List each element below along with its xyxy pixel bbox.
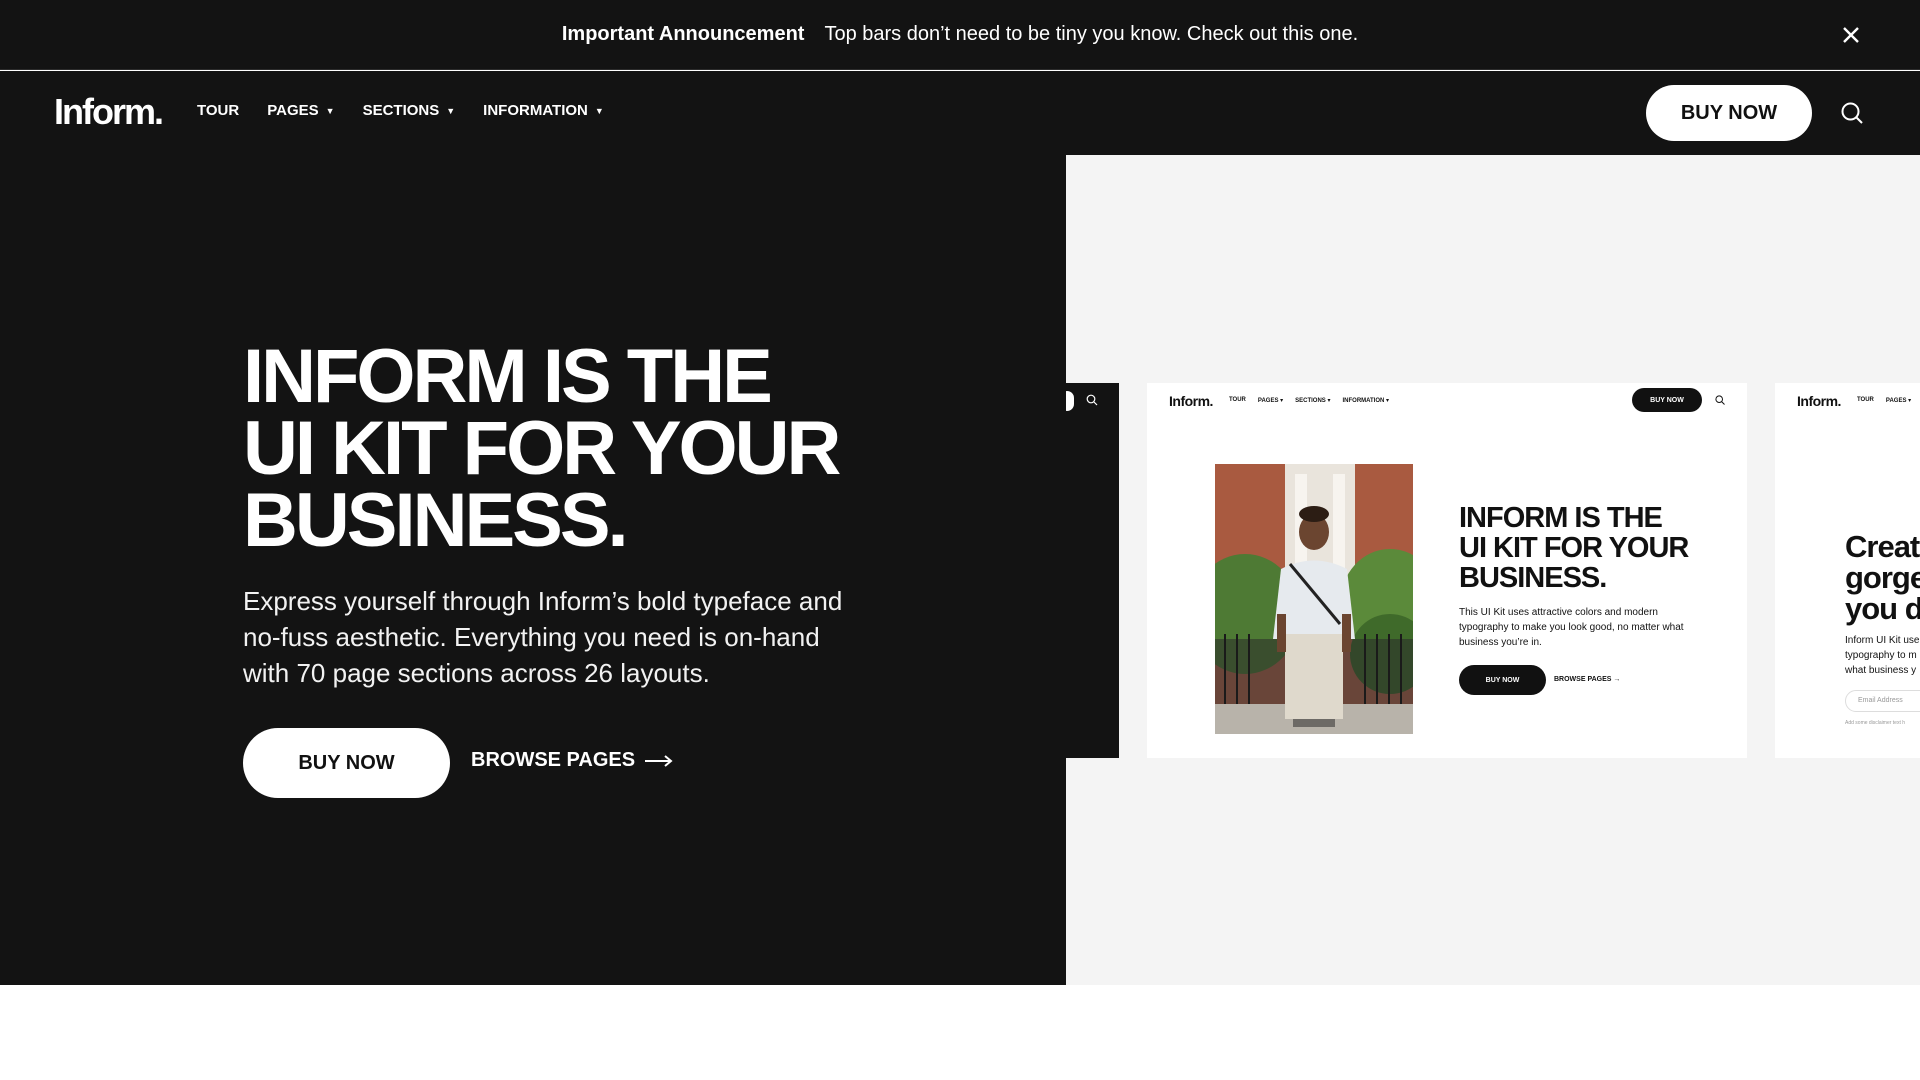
mini-disclaimer: Add some disclaimer text h <box>1845 720 1906 726</box>
nav-label: PAGES <box>267 102 319 119</box>
hero-title-line: BUSINESS. <box>243 478 629 563</box>
mini-buy-button: BUY NOW <box>1632 388 1702 412</box>
nav-label: INFORMATION <box>483 102 588 119</box>
mini-title-line: Creat <box>1845 529 1920 564</box>
mini-browse-link: BROWSE PAGES → <box>1554 676 1621 683</box>
main-nav: TOUR PAGES ▼ SECTIONS ▼ INFORMATION ▼ <box>197 102 604 119</box>
hero-buy-button[interactable]: BUY NOW <box>243 728 450 798</box>
header-buy-button[interactable]: BUY NOW <box>1646 85 1812 141</box>
mini-cta-button: BUY NOW <box>1459 665 1546 695</box>
nav-label: SECTIONS <box>362 102 440 119</box>
announcement-title: Important Announcement <box>561 23 805 45</box>
nav-item-tour[interactable]: TOUR <box>197 102 239 119</box>
preview-card-second[interactable]: Inform. TOUR PAGES ▾ Creat gorge you d I… <box>1775 383 1920 758</box>
mini-title-line: INFORM IS THE <box>1459 502 1663 534</box>
mini-logo: Inform. <box>1169 393 1213 409</box>
hero-title: INFORM IS THE UI KIT FOR YOUR BUSINESS. <box>243 334 863 563</box>
mini-logo: Inform. <box>1797 393 1841 409</box>
logo[interactable]: Inform. <box>54 91 164 133</box>
mini-nav-item: TOUR <box>1857 397 1874 403</box>
mini-nav: TOUR PAGES ▾ <box>1857 397 1911 404</box>
preview-card-dark <box>1066 383 1119 758</box>
mini-nav-item: INFORMATION ▾ <box>1342 398 1390 404</box>
announcement-bar: Important Announcement Top bars don’t ne… <box>0 0 1920 70</box>
mini-title-line: BUSINESS. <box>1459 562 1607 594</box>
nav-item-pages[interactable]: PAGES ▼ <box>267 102 334 119</box>
mini-title-line: you d <box>1845 591 1920 626</box>
mini-nav-item: PAGES ▾ <box>1885 398 1912 404</box>
browse-pages-label: BROWSE PAGES <box>471 749 636 771</box>
browse-pages-link[interactable]: BROWSE PAGES <box>471 749 673 772</box>
mini-title-line: UI KIT FOR YOUR <box>1459 532 1689 564</box>
mini-nav-item: SECTIONS ▾ <box>1295 398 1331 404</box>
mini-hero-title: Creat gorge you d <box>1845 531 1920 624</box>
mini-nav-item: TOUR <box>1229 397 1246 403</box>
search-icon[interactable] <box>1840 101 1864 125</box>
mini-desc-line: typography to m <box>1845 650 1917 661</box>
hero-title-line: INFORM IS THE <box>243 334 773 419</box>
caret-down-icon: ▼ <box>594 105 604 116</box>
mini-description: This UI Kit uses attractive colors and m… <box>1459 607 1684 648</box>
caret-down-icon: ▼ <box>325 105 335 116</box>
nav-item-information[interactable]: INFORMATION ▼ <box>483 102 604 119</box>
mini-description: Inform UI Kit use typography to m what b… <box>1845 633 1920 678</box>
mini-nav-item: PAGES ▾ <box>1257 398 1284 404</box>
mini-nav: TOUR PAGES ▾ SECTIONS ▾ INFORMATION ▾ <box>1229 397 1389 404</box>
arrow-right-icon <box>645 754 673 767</box>
preview-card-main[interactable]: Inform. TOUR PAGES ▾ SECTIONS ▾ INFORMAT… <box>1147 383 1747 758</box>
search-icon <box>1086 394 1098 406</box>
close-icon[interactable] <box>1836 20 1866 50</box>
hero-description: Express yourself through Inform’s bold t… <box>243 586 843 688</box>
person-photo <box>1215 464 1413 734</box>
nav-item-sections[interactable]: SECTIONS ▼ <box>363 102 456 119</box>
caret-down-icon: ▼ <box>446 105 456 116</box>
hero-section: INFORM IS THE UI KIT FOR YOUR BUSINESS. … <box>0 155 1066 985</box>
toggle-dot <box>1066 391 1074 411</box>
mini-email-field: Email Address <box>1845 690 1920 712</box>
mini-title-line: gorge <box>1845 560 1920 595</box>
hero-title-line: UI KIT FOR YOUR <box>243 406 841 491</box>
mini-desc-line: Inform UI Kit use <box>1845 635 1920 646</box>
mini-desc-line: what business y <box>1845 665 1917 676</box>
mini-hero-title: INFORM IS THE UI KIT FOR YOUR BUSINESS. <box>1459 502 1689 594</box>
preview-panel: Inform. TOUR PAGES ▾ SECTIONS ▾ INFORMAT… <box>1066 155 1920 985</box>
search-icon <box>1715 395 1725 405</box>
announcement-message: Top bars don’t need to be tiny you know.… <box>824 23 1359 45</box>
site-header: Inform. TOUR PAGES ▼ SECTIONS ▼ INFORMAT… <box>0 71 1920 155</box>
nav-label: TOUR <box>197 102 240 119</box>
